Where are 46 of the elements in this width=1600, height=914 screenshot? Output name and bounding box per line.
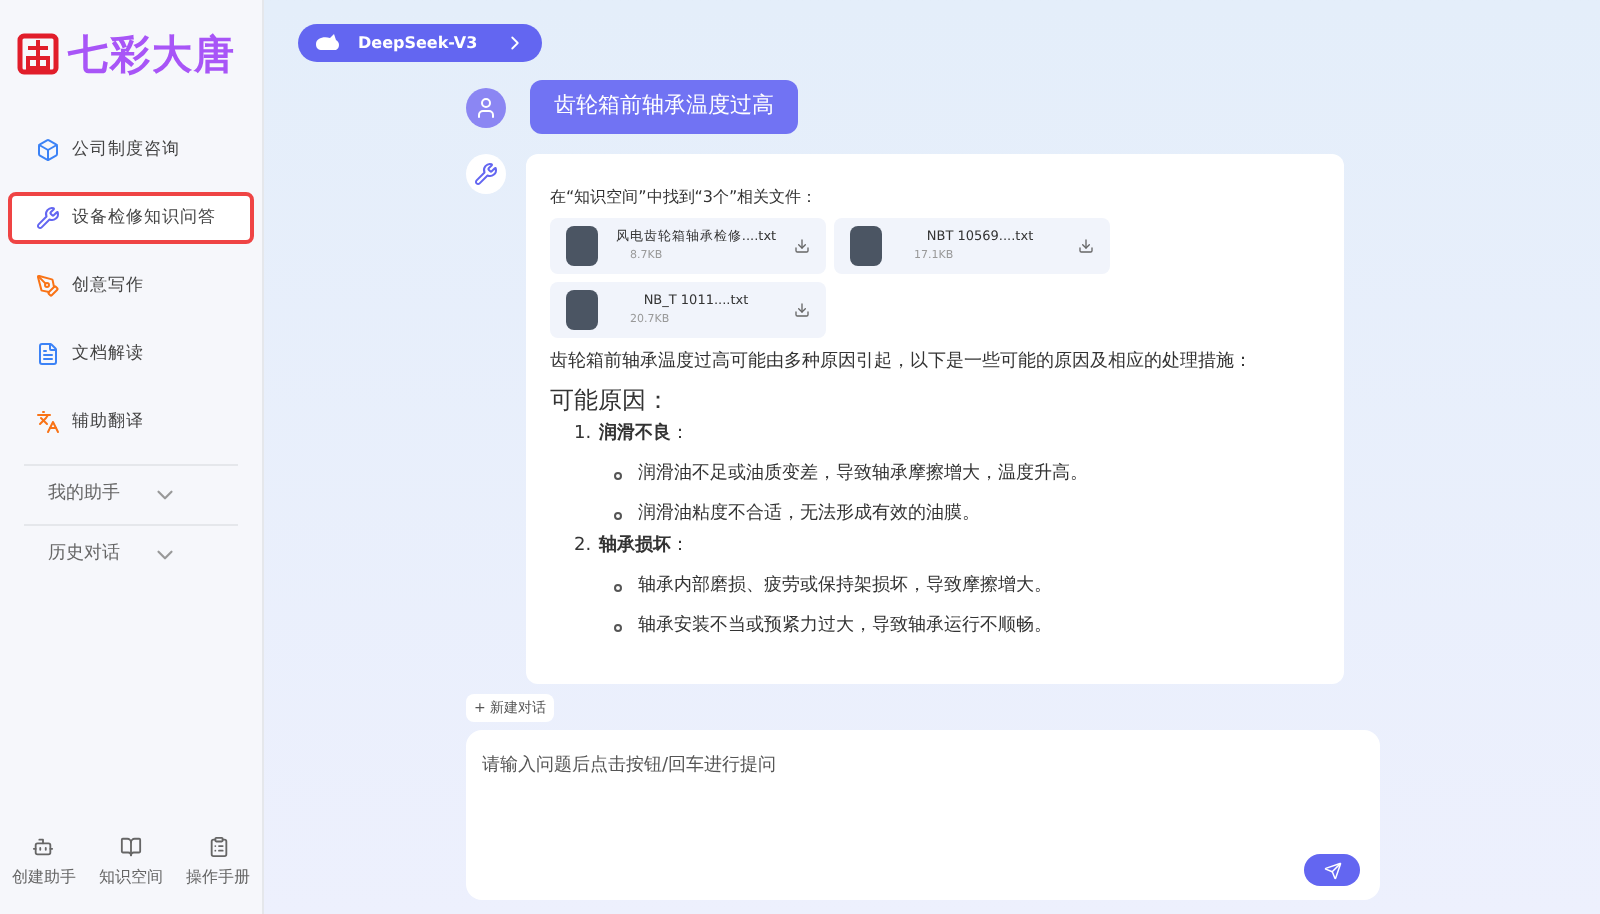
pen-icon — [36, 274, 60, 298]
download-icon[interactable] — [794, 238, 810, 254]
sidebar-item[interactable]: 设备检修知识问答 — [8, 192, 254, 244]
sidebar-item[interactable]: 文档解读 — [8, 328, 254, 380]
cause-title: 轴承损坏： — [599, 534, 690, 560]
answer-intro: 齿轮箱前轴承温度过高可能由多种原因引起，以下是一些可能的原因及相应的处理措施： — [550, 349, 1254, 376]
footer-button[interactable]: 知识空间 — [98, 836, 163, 890]
bullet-text: 轴承安装不当或预紧力过大，导致轴承运行不顺畅。 — [638, 614, 1052, 640]
footer-button[interactable]: 创建助手 — [11, 836, 76, 890]
bullet-icon — [614, 623, 622, 631]
assistant-avatar — [466, 154, 506, 194]
answer-heading: 可能原因： — [550, 384, 672, 416]
book-icon — [119, 836, 142, 858]
bullet-icon — [614, 471, 622, 479]
user-message: 齿轮箱前轴承温度过高 — [530, 80, 798, 134]
sidebar-item[interactable]: 创意写作 — [8, 260, 254, 312]
box-icon — [36, 138, 60, 162]
download-icon[interactable] — [794, 302, 810, 318]
robot-icon — [32, 836, 55, 858]
bullet-text: 轴承内部磨损、疲劳或保持架损坏，导致摩擦增大。 — [638, 574, 1052, 600]
cause-title: 润滑不良： — [599, 422, 690, 448]
question-input[interactable]: 请输入问题后点击按钮/回车进行提问 — [466, 730, 1380, 781]
bullet-text: 润滑油粘度不合适，无法形成有效的油膜。 — [638, 502, 980, 528]
sidebar-item[interactable]: 公司制度咨询 — [8, 124, 254, 176]
translate-icon — [36, 410, 60, 434]
logo-text: 七彩大唐 — [68, 28, 236, 82]
sidebar-item[interactable]: 辅助翻译 — [8, 396, 254, 448]
input-box[interactable]: 请输入问题后点击按钮/回车进行提问 — [466, 730, 1380, 900]
list-number: 1. — [574, 422, 592, 448]
found-files-text: 在“知识空间”中找到“3个”相关文件： — [550, 186, 820, 210]
footer-button[interactable]: 操作手册 — [186, 836, 251, 890]
model-selector[interactable]: DeepSeek-V3 — [298, 24, 542, 62]
clipboard-icon — [207, 836, 230, 858]
wrench-icon — [36, 206, 60, 230]
user-avatar — [466, 87, 506, 127]
logo-icon — [16, 32, 60, 76]
bullet-text: 润滑油不足或油质变差，导致轴承摩擦增大，温度升高。 — [638, 462, 1088, 488]
sidebar-section[interactable]: 我的助手 — [24, 464, 238, 524]
bullet-icon — [614, 511, 622, 519]
download-icon[interactable] — [1078, 238, 1094, 254]
list-number: 2. — [574, 534, 592, 560]
bullet-icon — [614, 583, 622, 591]
document-icon — [36, 342, 60, 366]
send-icon — [1323, 861, 1341, 879]
sidebar-section[interactable]: 历史对话 — [24, 524, 238, 584]
send-button[interactable] — [1304, 854, 1360, 886]
